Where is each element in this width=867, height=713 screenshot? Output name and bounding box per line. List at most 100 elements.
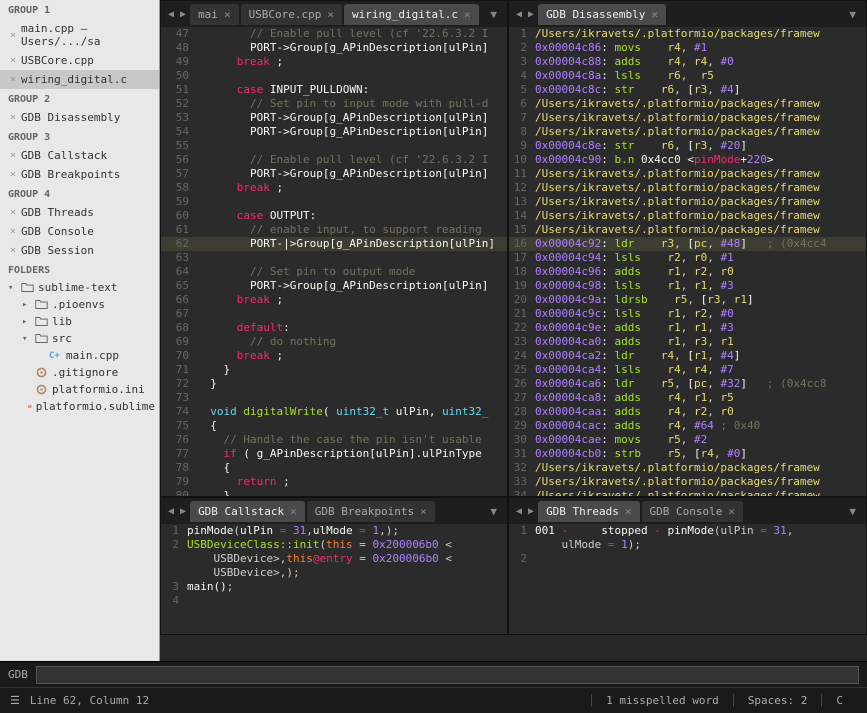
gdb-input[interactable] — [36, 666, 859, 684]
svg-text:C+: C+ — [49, 351, 60, 361]
tree-label: src — [52, 332, 72, 345]
file-name: GDB Callstack — [21, 149, 107, 162]
syntax-status[interactable]: C — [821, 694, 857, 707]
code-editor-1[interactable]: 47 // Enable pull level (cf '22.6.3.2 I4… — [161, 27, 507, 496]
tab-close-icon[interactable]: × — [420, 505, 427, 518]
disclosure-arrow[interactable]: ▸ — [22, 317, 32, 327]
tab-close-icon[interactable]: × — [327, 8, 334, 21]
nav-back-icon[interactable]: ◀ — [165, 506, 177, 517]
code-editor-2[interactable]: 1/Users/ikravets/.platformio/packages/fr… — [509, 27, 866, 496]
tree-item[interactable]: ▸ lib — [0, 313, 159, 330]
tab[interactable]: GDB Disassembly × — [538, 4, 666, 25]
tree-item[interactable]: ▸ .pioenvs — [0, 296, 159, 313]
file-name: GDB Breakpoints — [21, 168, 120, 181]
tree-item[interactable]: ▾ src — [0, 330, 159, 347]
close-icon[interactable]: × — [10, 112, 16, 123]
nav-fwd-icon[interactable]: ▶ — [525, 9, 537, 20]
editor-pane-3: ◀▶GDB Callstack× GDB Breakpoints × ▼ 1pinMo… — [160, 497, 508, 635]
disclosure-arrow[interactable]: ▾ — [22, 334, 32, 344]
tab[interactable]: GDB Console × — [642, 501, 743, 522]
close-icon[interactable]: × — [10, 207, 16, 218]
close-icon[interactable]: × — [10, 245, 16, 256]
nav-back-icon[interactable]: ◀ — [513, 506, 525, 517]
tab-dropdown-icon[interactable]: ▼ — [484, 8, 503, 21]
tab-label: wiring_digital.c — [352, 8, 458, 21]
nav-back-icon[interactable]: ◀ — [165, 9, 177, 20]
sidebar: GROUP 1 × main.cpp — Users/.../sa × USBCore.… — [0, 0, 160, 661]
tabbar-3: ◀▶GDB Callstack× GDB Breakpoints × ▼ — [161, 498, 507, 524]
sidebar-file-item[interactable]: × main.cpp — Users/.../sa — [0, 19, 159, 51]
tab-close-icon[interactable]: × — [290, 505, 297, 518]
group-header: GROUP 3 — [0, 127, 159, 146]
close-icon[interactable]: × — [10, 55, 16, 66]
tree-label: platformio.ini — [52, 383, 145, 396]
tab-dropdown-icon[interactable]: ▼ — [484, 505, 503, 518]
command-bar: GDB — [0, 661, 867, 687]
sidebar-file-item[interactable]: ×wiring_digital.c — [0, 70, 159, 89]
disclosure-arrow[interactable]: ▸ — [22, 300, 32, 310]
sidebar-file-item[interactable]: × GDB Breakpoints — [0, 165, 159, 184]
code-editor-4[interactable]: 1001 - stopped - pinMode(ulPin = 31, ulM… — [509, 524, 866, 634]
tree-item[interactable]: Splatformio.sublime — [0, 398, 159, 415]
nav-fwd-icon[interactable]: ▶ — [177, 9, 189, 20]
close-icon[interactable]: × — [10, 169, 16, 180]
tab[interactable]: GDB Breakpoints × — [307, 501, 435, 522]
tab-close-icon[interactable]: × — [224, 8, 231, 21]
tab-label: GDB Disassembly — [546, 8, 645, 21]
tree-item[interactable]: C+ main.cpp — [0, 347, 159, 364]
file-name: GDB Disassembly — [21, 111, 120, 124]
group-header: GROUP 2 — [0, 89, 159, 108]
code-editor-3[interactable]: 1pinMode(ulPin = 31,ulMode = 1,);2USBDev… — [161, 524, 507, 634]
tab-dropdown-icon[interactable]: ▼ — [843, 8, 862, 21]
tab-dropdown-icon[interactable]: ▼ — [843, 505, 862, 518]
tree-label: .pioenvs — [52, 298, 105, 311]
sidebar-file-item[interactable]: × GDB Console — [0, 222, 159, 241]
gdb-label: GDB — [8, 668, 28, 681]
tab[interactable]: mai× — [190, 4, 239, 25]
cursor-position: Line 62, Column 12 — [30, 694, 149, 707]
tab-close-icon[interactable]: × — [651, 8, 658, 21]
nav-back-icon[interactable]: ◀ — [513, 9, 525, 20]
editor-pane-1: ◀▶mai×USBCore.cpp× wiring_digital.c × ▼ 47 … — [160, 0, 508, 497]
close-icon[interactable]: × — [10, 150, 16, 161]
file-name: main.cpp — Users/.../sa — [21, 22, 153, 48]
tabbar-1: ◀▶mai×USBCore.cpp× wiring_digital.c × ▼ — [161, 1, 507, 27]
menu-icon[interactable]: ☰ — [10, 694, 20, 707]
file-name: GDB Session — [21, 244, 94, 257]
close-icon[interactable]: × — [10, 226, 16, 237]
editor-pane-4: ◀▶GDB Threads× GDB Console × ▼ 1001 - stopp… — [508, 497, 867, 635]
tabbar-2: ◀▶ GDB Disassembly × ▼ — [509, 1, 866, 27]
tab-label: GDB Console — [650, 505, 723, 518]
file-name: GDB Console — [21, 225, 94, 238]
group-header: GROUP 1 — [0, 0, 159, 19]
file-name: USBCore.cpp — [21, 54, 94, 67]
close-icon[interactable]: × — [10, 30, 16, 41]
tree-item[interactable]: platformio.ini — [0, 381, 159, 398]
sidebar-file-item[interactable]: × USBCore.cpp — [0, 51, 159, 70]
disclosure-arrow[interactable]: ▾ — [8, 283, 18, 293]
tree-item[interactable]: .gitignore — [0, 364, 159, 381]
nav-fwd-icon[interactable]: ▶ — [177, 506, 189, 517]
file-name: GDB Threads — [21, 206, 94, 219]
tree-label: main.cpp — [66, 349, 119, 362]
tab-close-icon[interactable]: × — [728, 505, 735, 518]
group-header: GROUP 4 — [0, 184, 159, 203]
tree-label: sublime-text — [38, 281, 117, 294]
tree-label: lib — [52, 315, 72, 328]
tab-label: GDB Breakpoints — [315, 505, 414, 518]
tab-close-icon[interactable]: × — [625, 505, 632, 518]
sidebar-file-item[interactable]: × GDB Disassembly — [0, 108, 159, 127]
spell-status[interactable]: 1 misspelled word — [591, 694, 733, 707]
sidebar-file-item[interactable]: × GDB Callstack — [0, 146, 159, 165]
indent-status[interactable]: Spaces: 2 — [733, 694, 822, 707]
tree-item[interactable]: ▾ sublime-text — [0, 279, 159, 296]
tab[interactable]: wiring_digital.c × — [344, 4, 479, 25]
close-icon[interactable]: × — [10, 74, 16, 85]
nav-fwd-icon[interactable]: ▶ — [525, 506, 537, 517]
sidebar-file-item[interactable]: × GDB Threads — [0, 203, 159, 222]
tab[interactable]: GDB Callstack× — [190, 501, 305, 522]
tab[interactable]: GDB Threads× — [538, 501, 639, 522]
tab[interactable]: USBCore.cpp× — [241, 4, 342, 25]
sidebar-file-item[interactable]: × GDB Session — [0, 241, 159, 260]
tab-close-icon[interactable]: × — [464, 8, 471, 21]
